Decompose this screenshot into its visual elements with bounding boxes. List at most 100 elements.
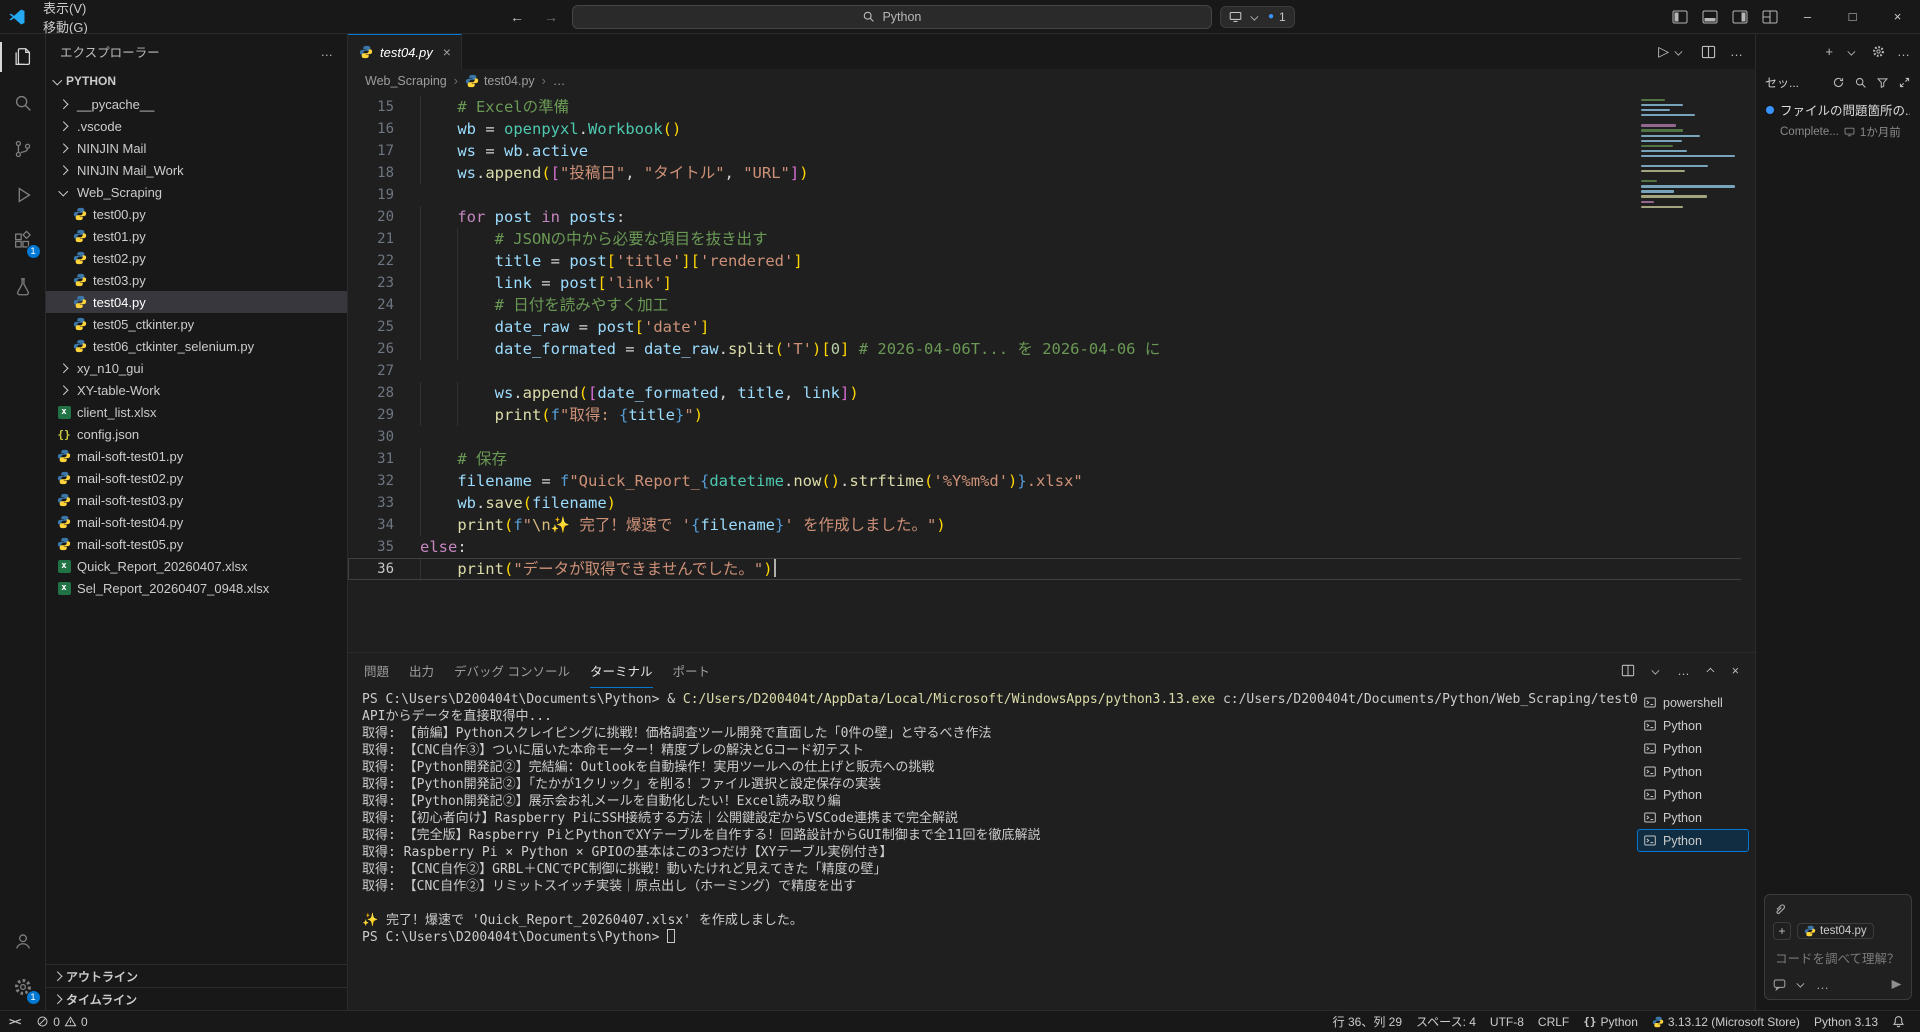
status-item[interactable]: 3.13.12 (Microsoft Store) (1645, 1015, 1807, 1029)
filter-icon[interactable] (1876, 76, 1889, 89)
code-line-27[interactable]: 27 (348, 360, 1755, 382)
code-line-29[interactable]: 29print(f"取得: {title}") (348, 404, 1755, 426)
tab-close-icon[interactable]: × (443, 44, 451, 60)
code-line-35[interactable]: 35else: (348, 536, 1755, 558)
tree-item-test04.py[interactable]: test04.py (46, 291, 347, 313)
toggle-panel-icon[interactable] (1695, 4, 1725, 30)
terminal-instance-powershell[interactable]: powershell (1637, 691, 1749, 714)
status-item[interactable]: {}Python (1576, 1015, 1645, 1029)
tree-item-test03.py[interactable]: test03.py (46, 269, 347, 291)
tree-item-xy_n10_gui[interactable]: xy_n10_gui (46, 357, 347, 379)
breadcrumb-item[interactable]: Web_Scraping (365, 74, 447, 88)
workspace-root[interactable]: PYTHON (46, 69, 347, 93)
panel-tab-出力[interactable]: 出力 (409, 653, 434, 688)
command-center-search[interactable]: Python (572, 5, 1212, 29)
code-line-28[interactable]: 28ws.append([date_formated, title, link]… (348, 382, 1755, 404)
status-item[interactable]: UTF-8 (1483, 1015, 1531, 1029)
maximize-panel-icon[interactable] (1704, 664, 1717, 677)
split-editor-icon[interactable] (1701, 45, 1716, 59)
chevron-down-icon[interactable] (1846, 45, 1859, 58)
toggle-primary-sidebar-icon[interactable] (1665, 4, 1695, 30)
search-sessions-icon[interactable] (1854, 76, 1867, 89)
tree-item-Web_Scraping[interactable]: Web_Scraping (46, 181, 347, 203)
tree-item-.vscode[interactable]: .vscode (46, 115, 347, 137)
code-line-31[interactable]: 31# 保存 (348, 448, 1755, 470)
new-chat-icon[interactable]: + (1825, 44, 1833, 59)
notifications-bell-icon[interactable] (1885, 1015, 1912, 1028)
tree-item-XY-table-Work[interactable]: XY-table-Work (46, 379, 347, 401)
tree-item-Quick_Report_20260407.xlsx[interactable]: xQuick_Report_20260407.xlsx (46, 555, 347, 577)
remote-indicator[interactable]: >< (0, 1015, 29, 1028)
code-line-15[interactable]: 15# Excelの準備 (348, 96, 1755, 118)
code-line-33[interactable]: 33wb.save(filename) (348, 492, 1755, 514)
tree-item-mail-soft-test03.py[interactable]: mail-soft-test03.py (46, 489, 347, 511)
code-line-24[interactable]: 24# 日付を読みやすく加工 (348, 294, 1755, 316)
send-icon[interactable] (1890, 978, 1903, 991)
panel-tab-ポート[interactable]: ポート (673, 653, 711, 688)
chat-more-icon[interactable]: … (1816, 977, 1829, 992)
chat-input[interactable]: コードを調べて理解？ (1775, 948, 1901, 967)
breadcrumb-item[interactable]: test04.py (465, 73, 535, 89)
panel-tab-問題[interactable]: 問題 (364, 653, 389, 688)
status-item[interactable]: Python 3.13 (1807, 1015, 1885, 1029)
code-line-25[interactable]: 25date_raw = post['date'] (348, 316, 1755, 338)
menu-item[interactable]: 移動(G) (34, 17, 134, 36)
attach-paperclip-icon[interactable] (1773, 902, 1787, 916)
tree-item-test02.py[interactable]: test02.py (46, 247, 347, 269)
editor-more-icon[interactable]: … (1730, 44, 1743, 59)
chat-more-icon[interactable]: … (1897, 44, 1910, 59)
minimap[interactable] (1637, 97, 1741, 213)
expand-icon[interactable] (1898, 76, 1911, 89)
toggle-secondary-sidebar-icon[interactable] (1725, 4, 1755, 30)
sidebar-more-icon[interactable]: … (321, 45, 334, 59)
status-item[interactable]: CRLF (1531, 1015, 1576, 1029)
tree-item-NINJIN Mail[interactable]: NINJIN Mail (46, 137, 347, 159)
status-item[interactable]: 行 36、列 29 (1326, 1013, 1409, 1030)
tree-item-__pycache__[interactable]: __pycache__ (46, 93, 347, 115)
chat-session-item[interactable]: ファイルの問題箇所の... Complete... 1か月前 (1756, 95, 1920, 145)
code-editor[interactable]: 15# Excelの準備16wb = openpyxl.Workbook()17… (348, 93, 1755, 652)
tab-test04py[interactable]: test04.py × (348, 34, 462, 69)
tree-item-client_list.xlsx[interactable]: xclient_list.xlsx (46, 401, 347, 423)
editor-scrollbar[interactable] (1741, 93, 1755, 652)
tree-item-test00.py[interactable]: test00.py (46, 203, 347, 225)
forward-icon[interactable]: → (538, 5, 564, 29)
chevron-down-icon[interactable] (1795, 978, 1808, 991)
code-line-32[interactable]: 32filename = f"Quick_Report_{datetime.no… (348, 470, 1755, 492)
window-status-pill[interactable]: ● 1 (1220, 6, 1295, 28)
tree-item-config.json[interactable]: {}config.json (46, 423, 347, 445)
tree-item-mail-soft-test04.py[interactable]: mail-soft-test04.py (46, 511, 347, 533)
code-line-26[interactable]: 26date_formated = date_raw.split('T')[0]… (348, 338, 1755, 360)
source-control-icon[interactable] (0, 126, 46, 172)
code-line-16[interactable]: 16wb = openpyxl.Workbook() (348, 118, 1755, 140)
terminal-dropdown-icon[interactable] (1650, 664, 1663, 677)
maximize-button[interactable]: □ (1830, 0, 1875, 34)
run-python-file-button[interactable]: ▷ (1658, 43, 1687, 60)
tree-item-mail-soft-test02.py[interactable]: mail-soft-test02.py (46, 467, 347, 489)
panel-more-icon[interactable]: … (1677, 664, 1690, 678)
terminal-instance-Python[interactable]: Python (1637, 783, 1749, 806)
breadcrumb-item[interactable]: … (553, 74, 566, 88)
code-line-18[interactable]: 18ws.append(["投稿日", "タイトル", "URL"]) (348, 162, 1755, 184)
minimize-button[interactable]: – (1785, 0, 1830, 34)
panel-tab-デバッグ コンソール[interactable]: デバッグ コンソール (454, 653, 570, 688)
account-icon[interactable] (0, 918, 46, 964)
code-line-21[interactable]: 21# JSONの中から必要な項目を抜き出す (348, 228, 1755, 250)
chat-mode-icon[interactable] (1773, 978, 1786, 991)
code-line-23[interactable]: 23link = post['link'] (348, 272, 1755, 294)
terminal-instance-Python[interactable]: Python (1637, 760, 1749, 783)
tree-item-mail-soft-test05.py[interactable]: mail-soft-test05.py (46, 533, 347, 555)
context-file-chip[interactable]: test04.py (1797, 923, 1874, 939)
code-line-20[interactable]: 20for post in posts: (348, 206, 1755, 228)
tree-item-test05_ctkinter.py[interactable]: test05_ctkinter.py (46, 313, 347, 335)
terminal-instance-Python[interactable]: Python (1637, 714, 1749, 737)
code-line-19[interactable]: 19 (348, 184, 1755, 206)
run-debug-icon[interactable] (0, 172, 46, 218)
terminal-output[interactable]: PS C:\Users\D200404t\Documents\Python> &… (348, 688, 1637, 1010)
customize-layout-icon[interactable] (1755, 4, 1785, 30)
code-line-30[interactable]: 30 (348, 426, 1755, 448)
tree-item-test01.py[interactable]: test01.py (46, 225, 347, 247)
settings-gear-icon[interactable]: 1 (0, 964, 46, 1010)
menu-item[interactable]: 表示(V) (34, 0, 134, 17)
refresh-icon[interactable] (1832, 76, 1845, 89)
